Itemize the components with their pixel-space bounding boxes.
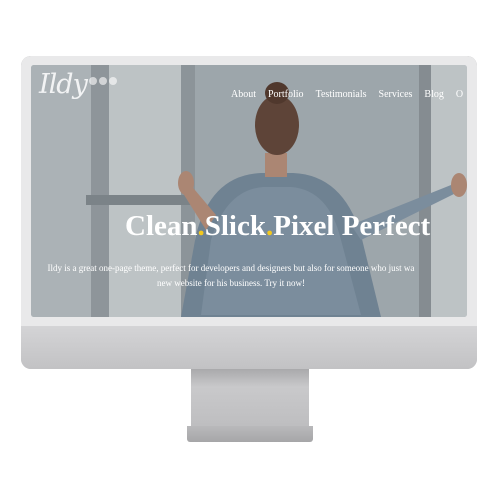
monitor-stand-base <box>187 426 313 442</box>
logo-text: Ildy <box>39 69 88 100</box>
site-logo[interactable]: Ildy <box>39 69 88 100</box>
website-screen: Ildy About Portfolio Testimonials Servic… <box>31 65 467 317</box>
monitor-bezel: Ildy About Portfolio Testimonials Servic… <box>21 56 477 326</box>
logo-dots-icon <box>89 77 117 85</box>
monitor-stand-neck <box>191 369 309 429</box>
imac-monitor: Ildy About Portfolio Testimonials Servic… <box>21 56 477 369</box>
nav-about[interactable]: About <box>231 89 256 100</box>
hero-title: Clean.Slick.Pixel Perfect <box>31 210 467 243</box>
hero-title-word-1: Clean <box>125 210 198 242</box>
main-navigation: About Portfolio Testimonials Services Bl… <box>231 89 467 100</box>
hero-title-word-2: Slick <box>204 210 266 242</box>
hero-title-word-3: Pixel Perfect <box>273 210 431 242</box>
hero-subtitle-line-1: Ildy is a great one-page theme, perfect … <box>47 263 415 273</box>
hero-subtitle: Ildy is a great one-page theme, perfect … <box>31 261 441 291</box>
nav-services[interactable]: Services <box>379 89 413 100</box>
nav-blog[interactable]: Blog <box>424 89 443 100</box>
nav-other[interactable]: O <box>456 89 463 100</box>
hero-title-dot-1: . <box>197 210 205 242</box>
nav-portfolio[interactable]: Portfolio <box>268 89 304 100</box>
hero-subtitle-line-2: new website for his business. Try it now… <box>157 278 305 288</box>
monitor-chin <box>21 326 477 369</box>
nav-testimonials[interactable]: Testimonials <box>316 89 367 100</box>
